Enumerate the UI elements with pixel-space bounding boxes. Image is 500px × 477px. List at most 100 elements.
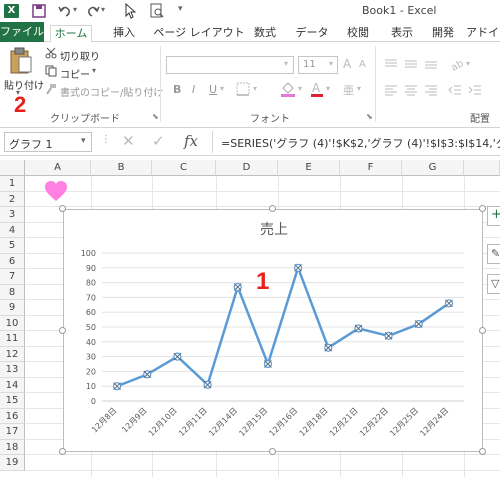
font-size-dropdown-icon[interactable]: ▾: [329, 59, 333, 68]
chart-area[interactable]: 売上 0 10 20 30 40 50 60 70 80 90 100 12月8日 12月9日 12月10日…: [63, 209, 483, 452]
tab-review[interactable]: 校閲: [338, 25, 378, 42]
row-header-8[interactable]: 8: [0, 284, 25, 300]
cancel-icon[interactable]: ✕: [122, 132, 135, 150]
row-header-17[interactable]: 17: [0, 424, 25, 440]
row-header-14[interactable]: 14: [0, 377, 25, 393]
name-box[interactable]: グラフ 1 ▾: [4, 132, 92, 152]
print-preview-icon[interactable]: [150, 3, 164, 19]
redo-dropdown-icon[interactable]: ▾: [101, 5, 105, 14]
chart-resize-handle-bm[interactable]: [269, 448, 276, 455]
align-center-icon[interactable]: [404, 84, 418, 96]
align-right-icon[interactable]: [424, 84, 438, 96]
pointer-icon[interactable]: [124, 3, 136, 19]
column-header-b[interactable]: B: [91, 160, 152, 176]
chart-resize-handle-mr[interactable]: [479, 327, 486, 334]
worksheet-grid[interactable]: A B C D E F G 1 2 3 4 5 6 7 8 9 10 11 12 13 14 15 16 17 1…: [0, 160, 500, 477]
row-header-6[interactable]: 6: [0, 253, 25, 269]
formula-input[interactable]: =SERIES('グラフ (4)'!$K$2,'グラフ (4)'!$I$3:$I…: [212, 131, 500, 153]
row-header-4[interactable]: 4: [0, 222, 25, 238]
row-header-9[interactable]: 9: [0, 300, 25, 316]
orientation-icon[interactable]: ab: [448, 56, 464, 72]
save-icon[interactable]: [32, 4, 46, 18]
line-chart[interactable]: 売上 0 10 20 30 40 50 60 70 80 90 100 12月8日 12月9日12月10日…: [64, 210, 484, 453]
tab-page-layout[interactable]: ページ レイアウト: [150, 25, 248, 42]
increase-indent-icon[interactable]: [468, 84, 482, 96]
row-header-19[interactable]: 19: [0, 455, 25, 471]
row-header-18[interactable]: 18: [0, 439, 25, 455]
undo-dropdown-icon[interactable]: ▾: [73, 5, 77, 14]
tab-view[interactable]: 表示: [382, 25, 422, 42]
column-header-g[interactable]: G: [402, 160, 464, 176]
borders-dropdown-icon[interactable]: ▾: [253, 84, 257, 93]
row-header-12[interactable]: 12: [0, 346, 25, 362]
clipboard-dialog-launcher-icon[interactable]: ⬊: [152, 112, 159, 121]
align-top-icon[interactable]: [384, 58, 398, 70]
chart-styles-button[interactable]: ✎: [487, 244, 500, 264]
row-header-16[interactable]: 16: [0, 408, 25, 424]
format-painter-button[interactable]: 書式のコピー/貼り付け: [60, 84, 163, 99]
undo-icon[interactable]: [58, 4, 72, 18]
insert-function-button[interactable]: fx: [184, 132, 198, 150]
row-header-5[interactable]: 5: [0, 238, 25, 254]
chart-resize-handle-bl[interactable]: [59, 448, 66, 455]
copy-dropdown-icon[interactable]: ▾: [92, 66, 96, 75]
row-header-10[interactable]: 10: [0, 315, 25, 331]
quick-access-dropdown-icon[interactable]: ▾: [178, 4, 183, 14]
paste-label[interactable]: 貼り付け: [4, 77, 44, 92]
borders-icon[interactable]: [236, 82, 250, 96]
chart-resize-handle-tl[interactable]: [59, 205, 66, 212]
font-name-box[interactable]: [166, 56, 294, 74]
redo-icon[interactable]: [86, 4, 100, 18]
tab-home[interactable]: ホーム: [50, 25, 92, 43]
row-header-7[interactable]: 7: [0, 269, 25, 285]
tab-developer[interactable]: 開発: [423, 25, 463, 42]
phonetic-dropdown-icon[interactable]: ▾: [357, 84, 361, 93]
tab-insert[interactable]: 挿入: [104, 25, 144, 42]
chart-resize-handle-tm[interactable]: [269, 205, 276, 212]
italic-button[interactable]: I: [192, 83, 195, 96]
name-box-dropdown-icon[interactable]: ▾: [81, 136, 86, 146]
grow-font-icon[interactable]: A: [343, 57, 351, 71]
row-header-1[interactable]: 1: [0, 176, 25, 192]
column-header-e[interactable]: E: [278, 160, 340, 176]
font-color-dropdown-icon[interactable]: ▾: [326, 84, 330, 93]
row-header-11[interactable]: 11: [0, 331, 25, 347]
bold-button[interactable]: B: [173, 83, 181, 96]
copy-icon[interactable]: [45, 65, 57, 77]
tab-formulas[interactable]: 数式: [245, 25, 285, 42]
chart-resize-handle-ml[interactable]: [59, 327, 66, 334]
column-header-d[interactable]: D: [216, 160, 278, 176]
chart-elements-button[interactable]: +: [487, 206, 500, 226]
orientation-dropdown-icon[interactable]: ▾: [466, 59, 470, 68]
font-dialog-launcher-icon[interactable]: ⬊: [366, 112, 373, 121]
row-header-2[interactable]: 2: [0, 191, 25, 207]
phonetic-icon[interactable]: 亜: [343, 82, 354, 98]
font-color-icon[interactable]: A: [310, 80, 324, 98]
fill-color-icon[interactable]: [280, 80, 296, 98]
column-header-f[interactable]: F: [340, 160, 402, 176]
chart-filters-button[interactable]: ▽: [487, 274, 500, 294]
clipboard-icon[interactable]: [9, 47, 33, 75]
align-middle-icon[interactable]: [404, 58, 418, 70]
scissors-icon[interactable]: [45, 47, 57, 59]
underline-dropdown-icon[interactable]: ▾: [220, 84, 224, 93]
row-header-3[interactable]: 3: [0, 207, 25, 223]
font-name-dropdown-icon[interactable]: ▾: [284, 59, 288, 68]
cut-button[interactable]: 切り取り: [60, 48, 100, 63]
tab-file[interactable]: ファイル: [0, 22, 44, 42]
font-size-box[interactable]: 11 ▾: [298, 56, 338, 74]
underline-button[interactable]: U: [209, 83, 217, 96]
select-all-button[interactable]: [0, 160, 25, 176]
column-header-a[interactable]: A: [25, 160, 91, 176]
enter-icon[interactable]: ✓: [152, 132, 165, 150]
column-header-h[interactable]: [464, 160, 500, 176]
shrink-font-icon[interactable]: A: [359, 59, 366, 70]
tab-data[interactable]: データ: [292, 25, 332, 42]
decrease-indent-icon[interactable]: [448, 84, 462, 96]
chart-resize-handle-tr[interactable]: [479, 205, 486, 212]
align-left-icon[interactable]: [384, 84, 398, 96]
column-header-c[interactable]: C: [152, 160, 216, 176]
chart-resize-handle-br[interactable]: [479, 448, 486, 455]
row-header-15[interactable]: 15: [0, 393, 25, 409]
fill-color-dropdown-icon[interactable]: ▾: [298, 84, 302, 93]
